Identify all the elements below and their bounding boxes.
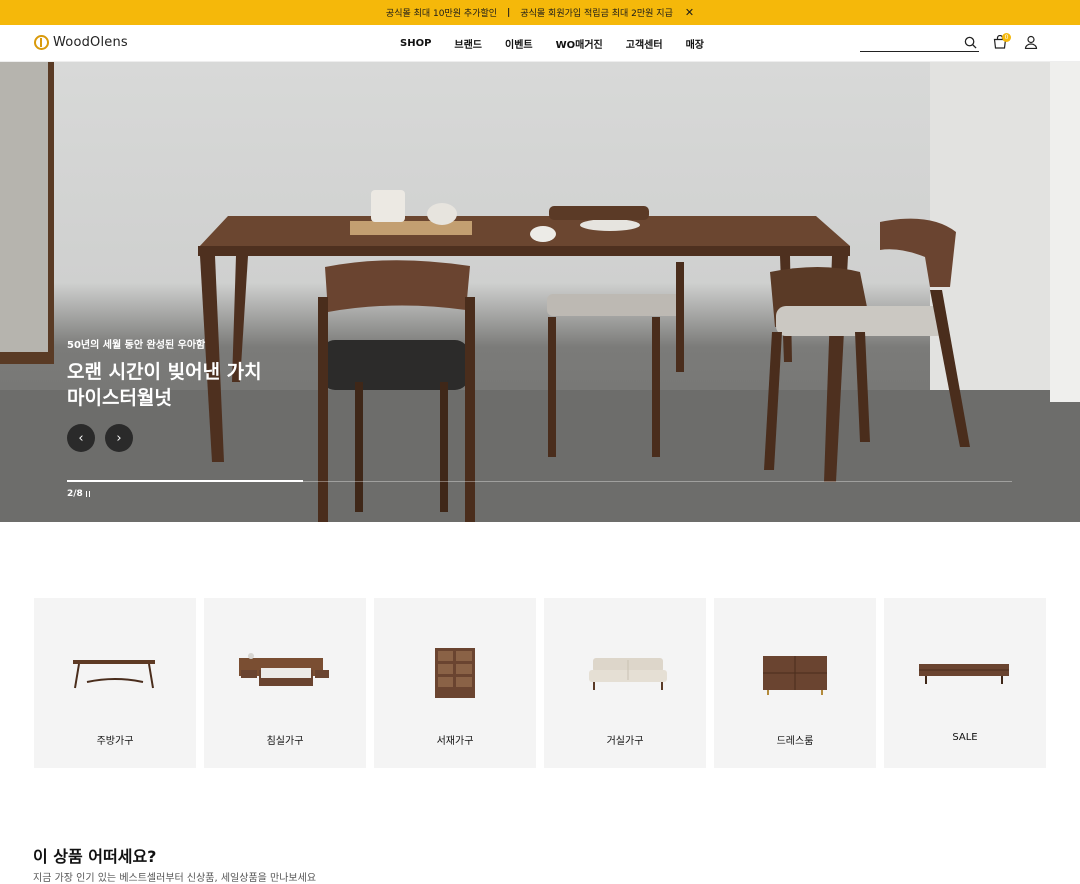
category-grid: 주방가구 침실가구 서재가구 거실가구 드레스룸 SALE [34, 598, 1046, 768]
bed-image [239, 653, 329, 686]
search-icon[interactable] [964, 36, 977, 49]
chevron-left-icon: ‹ [78, 430, 84, 446]
category-tile-sale[interactable]: SALE [884, 598, 1046, 768]
site-header: WoodOlens SHOP 브랜드 이벤트 WO매거진 고객센터 매장 [0, 25, 1080, 62]
section-subtitle: 지금 가장 인기 있는 베스트셀러부터 신상품, 세일상품을 만나보세요 [33, 873, 317, 884]
nav-item-shop[interactable]: SHOP [400, 38, 431, 49]
hero-subtitle: 50년의 세월 동안 완성된 우아함 [67, 340, 206, 351]
nav-item-store[interactable]: 매장 [686, 36, 704, 51]
category-label: 침실가구 [266, 736, 304, 747]
hero-furniture-image [0, 62, 1080, 522]
hero-pager: 2/8 [67, 489, 83, 499]
logo-text: WoodOlens [53, 35, 128, 50]
sofa-image [589, 658, 667, 690]
category-tile-bedroom[interactable]: 침실가구 [204, 598, 366, 768]
promo-text-1[interactable]: 공식몰 최대 10만원 추가할인 [386, 6, 497, 19]
category-tile-living[interactable]: 거실가구 [544, 598, 706, 768]
bookshelf-image [435, 648, 475, 698]
nav-item-brand[interactable]: 브랜드 [454, 36, 482, 51]
cart-count-badge: 0 [1002, 33, 1011, 42]
logo-mark-icon [34, 35, 49, 50]
category-label: 서재가구 [436, 736, 474, 747]
category-label: 거실가구 [606, 736, 644, 747]
promo-separator: | [507, 7, 511, 18]
dresser-image [763, 656, 827, 695]
nav-item-event[interactable]: 이벤트 [505, 36, 533, 51]
nav-item-customer-center[interactable]: 고객센터 [626, 36, 663, 51]
hero-banner[interactable]: 50년의 세월 동안 완성된 우아함 오랜 시간이 빚어낸 가치 마이스터월넛 … [0, 62, 1080, 522]
hero-next-button[interactable]: › [105, 424, 133, 452]
section-title: 이 상품 어떠세요? [33, 847, 157, 866]
category-tile-kitchen[interactable]: 주방가구 [34, 598, 196, 768]
pause-icon[interactable] [86, 491, 91, 497]
category-tile-study[interactable]: 서재가구 [374, 598, 536, 768]
dining-table-image [73, 660, 155, 689]
close-icon[interactable]: ✕ [685, 6, 694, 19]
search-input[interactable] [860, 39, 960, 56]
tv-console-image [919, 664, 1009, 684]
chevron-right-icon: › [116, 430, 122, 446]
hero-title-line-1: 오랜 시간이 빚어낸 가치 [67, 361, 262, 383]
main-nav: SHOP 브랜드 이벤트 WO매거진 고객센터 매장 [400, 25, 704, 62]
promo-bar: 공식몰 최대 10만원 추가할인 | 공식몰 회원가입 적립금 최대 2만원 지… [0, 0, 1080, 25]
search-bar [860, 35, 979, 56]
nav-item-magazine[interactable]: WO매거진 [556, 36, 603, 51]
hero-title: 오랜 시간이 빚어낸 가치 마이스터월넛 [67, 359, 307, 411]
logo[interactable]: WoodOlens [34, 35, 128, 50]
category-tile-dressroom[interactable]: 드레스룸 [714, 598, 876, 768]
hero-progress-fill [67, 480, 304, 482]
hero-prev-button[interactable]: ‹ [67, 424, 95, 452]
category-label: 주방가구 [96, 736, 134, 747]
promo-text-2[interactable]: 공식몰 회원가입 적립금 최대 2만원 지급 [520, 6, 673, 19]
category-label: SALE [952, 732, 978, 743]
user-icon[interactable] [1024, 35, 1038, 49]
hero-progress-bar [67, 480, 1012, 482]
hero-title-line-2: 마이스터월넛 [67, 387, 172, 409]
category-label: 드레스룸 [776, 736, 814, 747]
